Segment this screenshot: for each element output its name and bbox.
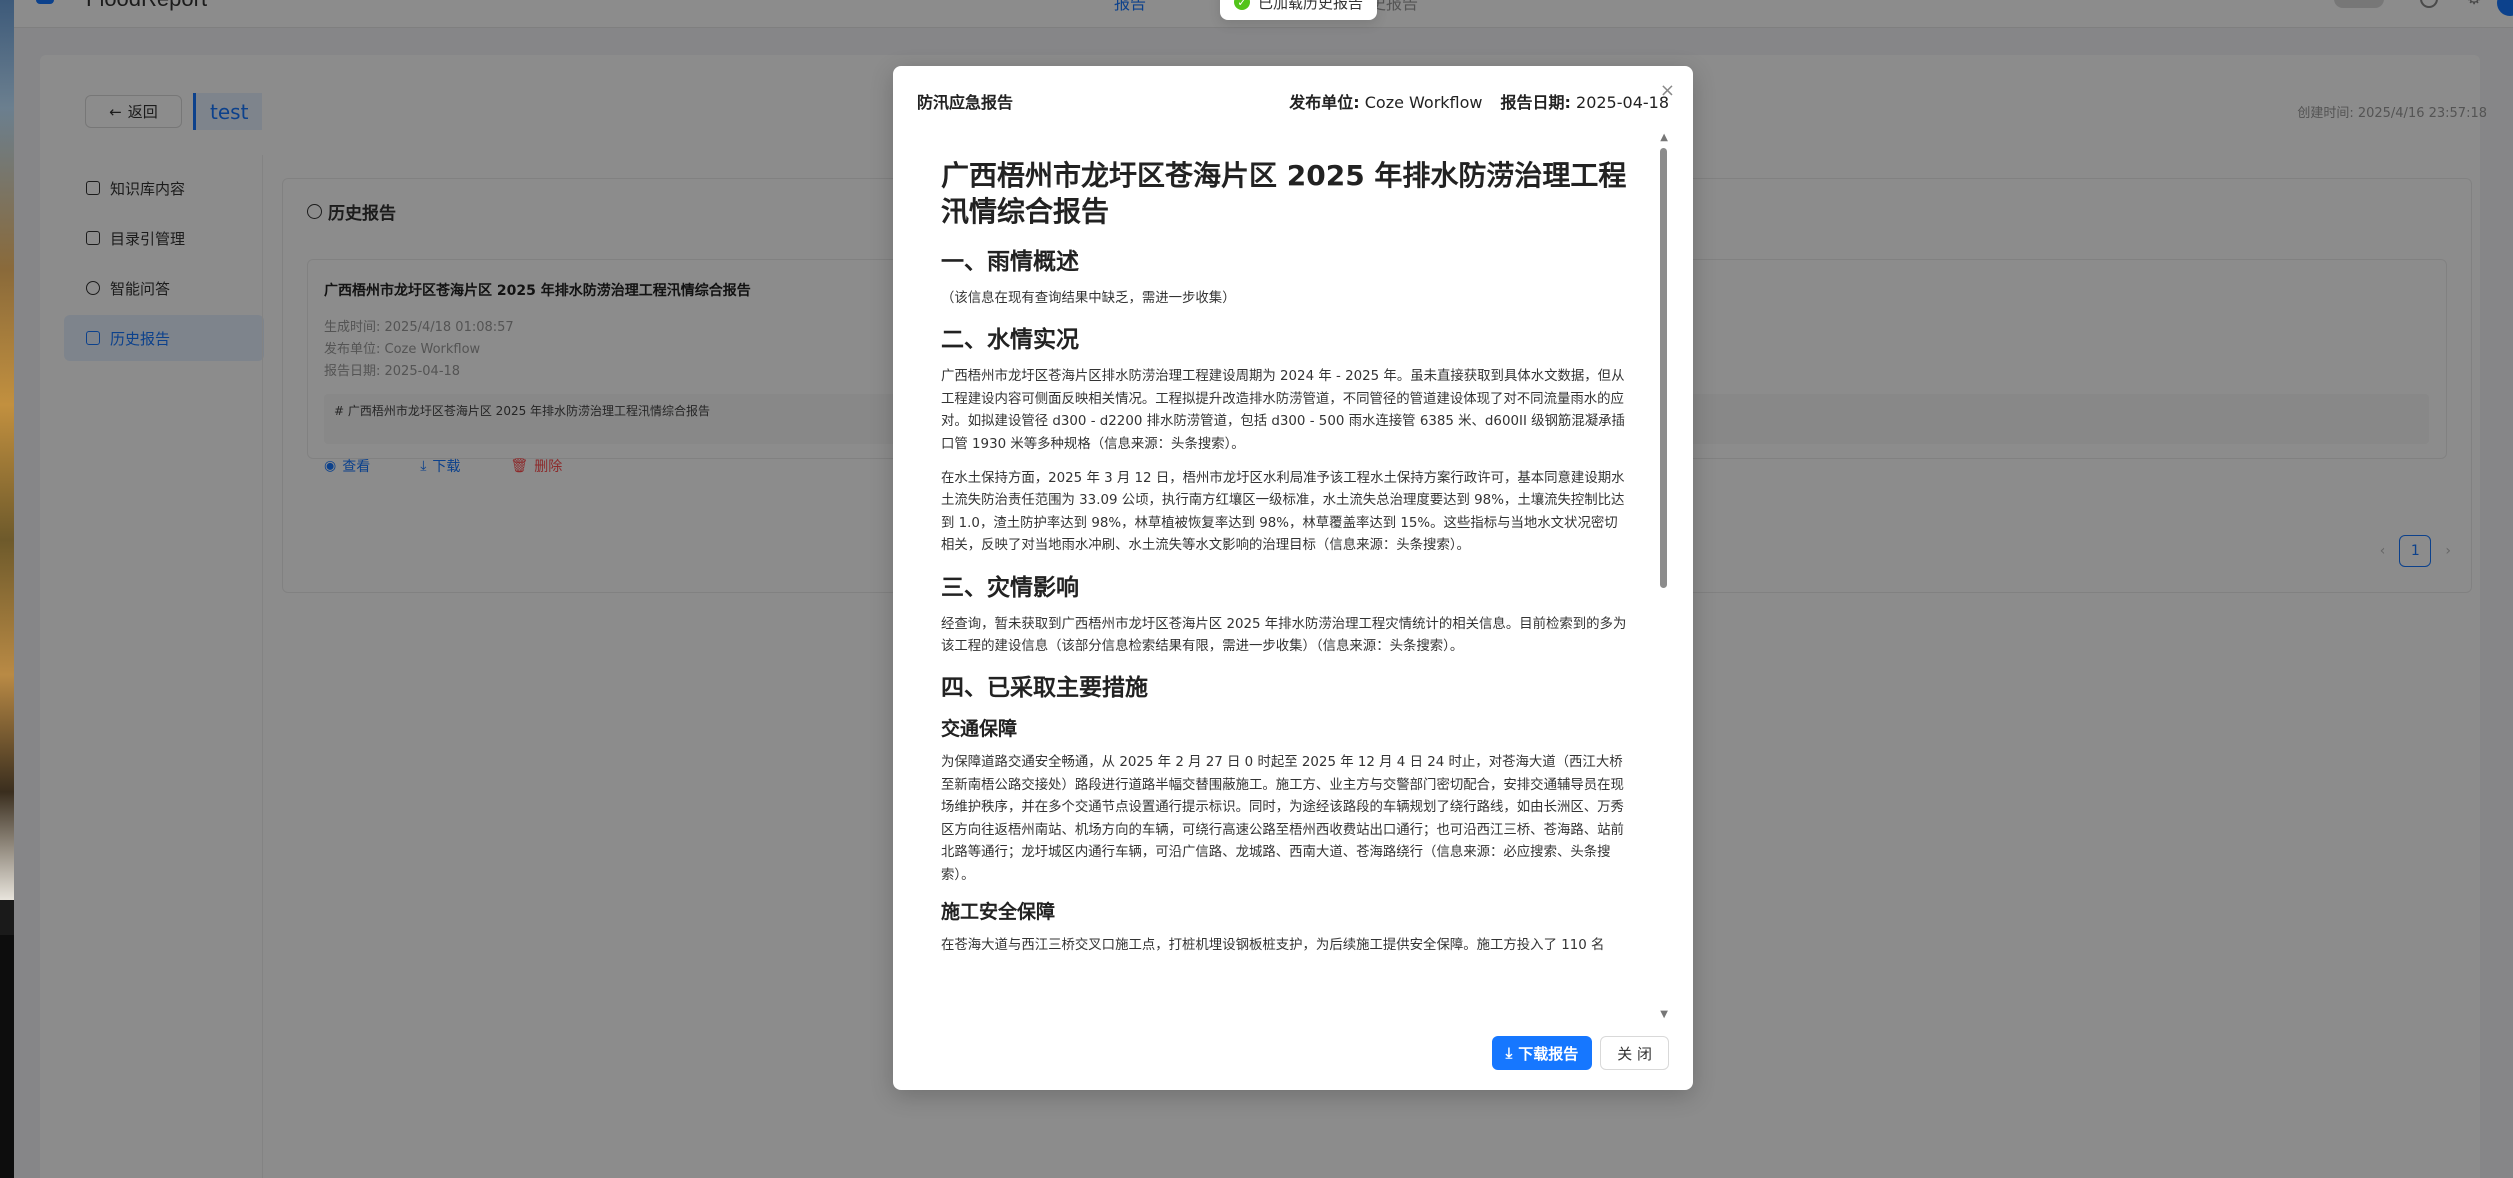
toast-message: ✓ 已加载历史报告 [1220,0,1378,20]
desktop-wallpaper [0,0,14,900]
paragraph: （该信息在现有查询结果中缺乏，需进一步收集） [941,291,1236,306]
modal-footer: ⤓ 下载报告 关 闭 [1491,1036,1669,1070]
section-heading: 二、水情实况 [941,327,1079,354]
paragraph: 为保障道路交通安全畅通，从 2025 年 2 月 27 日 0 时起至 2025… [941,755,1624,883]
section-heading: 三、灾情影响 [941,574,1079,601]
toast-text: 已加载历史报告 [1258,0,1364,12]
scrollbar[interactable]: ▲ ▼ [1659,132,1669,1020]
paragraph: 在苍海大道与西江三桥交叉口施工点，打桩机埋设钢板桩支护，为后续施工提供安全保障。… [941,937,1605,953]
close-icon[interactable]: × [1660,80,1675,101]
report-document: 广西梧州市龙圩区苍海片区 2025 年排水防涝治理工程汛情综合报告 一、雨情概述… [941,158,1629,969]
section-heading: 四、已采取主要措施 [941,675,1148,702]
desktop-wallpaper-dark [0,935,14,1178]
scroll-down-icon[interactable]: ▼ [1660,1009,1668,1020]
close-button[interactable]: 关 闭 [1600,1036,1669,1070]
download-icon: ⤓ [1505,1044,1513,1062]
section-heading: 一、雨情概述 [941,249,1079,275]
date-value: 2025-04-18 [1576,93,1669,112]
download-report-button[interactable]: ⤓ 下载报告 [1491,1036,1593,1070]
publisher-value: Coze Workflow [1364,93,1483,112]
scroll-up-icon[interactable]: ▲ [1660,132,1668,143]
report-content[interactable]: 广西梧州市龙圩区苍海片区 2025 年排水防涝治理工程汛情综合报告 一、雨情概述… [917,132,1669,1020]
desktop-background [0,0,14,1178]
report-modal: 防汛应急报告 发布单位: Coze Workflow 报告日期: 2025-04… [893,66,1693,1090]
paragraph: 广西梧州市龙圩区苍海片区排水防涝治理工程建设周期为 2024 年 - 2025 … [941,369,1625,452]
subsection-heading: 施工安全保障 [941,900,1056,923]
check-circle-icon: ✓ [1234,0,1250,10]
report-title: 广西梧州市龙圩区苍海片区 2025 年排水防涝治理工程汛情综合报告 [941,159,1627,228]
paragraph: 经查询，暂未获取到广西梧州市龙圩区苍海片区 2025 年排水防涝治理工程灾情统计… [941,616,1627,655]
modal-meta: 发布单位: Coze Workflow 报告日期: 2025-04-18 [1289,89,1669,113]
paragraph: 在水土保持方面，2025 年 3 月 12 日，梧州市龙圩区水利局准予该工程水土… [941,471,1625,554]
date-label: 报告日期: [1500,93,1571,112]
modal-header: 防汛应急报告 发布单位: Coze Workflow 报告日期: 2025-04… [917,86,1669,116]
subsection-heading: 交通保障 [941,718,1018,741]
publisher-label: 发布单位: [1289,93,1360,112]
scrollbar-thumb[interactable] [1660,148,1667,588]
download-report-label: 下载报告 [1518,1044,1579,1063]
modal-title: 防汛应急报告 [917,93,1014,112]
close-button-label: 关 闭 [1617,1044,1652,1063]
